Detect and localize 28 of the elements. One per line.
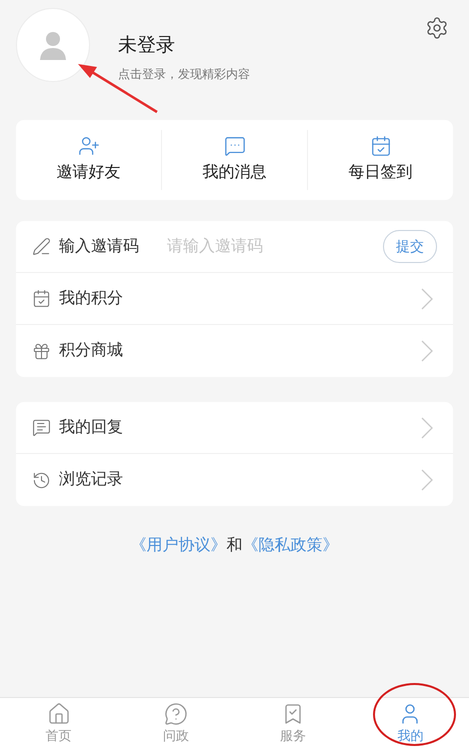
menu-row[interactable]: 我的积分	[16, 273, 453, 325]
chevron-icon	[421, 340, 433, 362]
menu-row[interactable]: 浏览记录	[16, 454, 453, 506]
quick-action[interactable]: 每日签到	[348, 161, 412, 185]
history-icon	[32, 470, 51, 490]
invite-code-field[interactable]: 请输入邀请码	[167, 234, 375, 258]
conjunction-text: 和	[226, 536, 242, 556]
menu-row[interactable]: 积分商城	[16, 325, 453, 377]
home-icon	[46, 702, 71, 726]
chevron-icon	[421, 416, 433, 438]
login-status[interactable]: 未登录	[118, 32, 250, 60]
quick-action[interactable]: 我的消息	[202, 161, 266, 185]
chat-bubble-icon	[224, 135, 246, 157]
chevron-icon	[421, 288, 433, 310]
user-silhouette-icon	[37, 29, 69, 61]
row-label: 输入邀请码	[59, 236, 139, 256]
chat-bubble-icon	[32, 418, 51, 437]
menu-row[interactable]: 我的回复	[16, 402, 453, 454]
calendar-check-icon	[370, 135, 392, 157]
gift-box-icon	[32, 342, 51, 360]
chevron-icon	[421, 469, 433, 491]
login-hint: 点击登录，发现精彩内容	[118, 66, 250, 82]
quick-action[interactable]: 邀请好友	[56, 161, 120, 185]
calendar-check-icon	[32, 289, 51, 308]
add-user-icon	[78, 135, 100, 157]
settings-icon[interactable]	[425, 16, 449, 40]
question-icon	[164, 702, 188, 726]
pen-icon	[32, 237, 51, 256]
